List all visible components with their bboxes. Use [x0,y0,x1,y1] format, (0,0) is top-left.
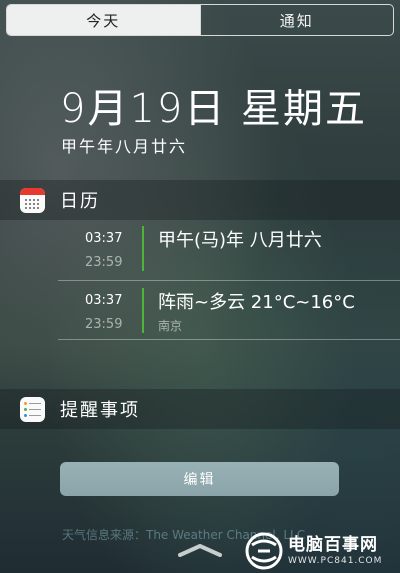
lunar-date: 甲午年八月廿六 [61,137,188,156]
date-heading: 9月19日 星期五 [60,86,368,132]
event-title: 甲午(马)年 八月廿六 [158,230,322,251]
event-start-time: 03:37 [85,293,123,308]
event-color-bar [142,226,144,271]
reminders-section-header[interactable]: 提醒事项 [0,389,400,429]
calendar-event[interactable]: 03:37 23:59 阵雨~多云 21°C~16°C 南京 [58,282,400,339]
chevron-up-icon[interactable] [177,543,223,557]
event-end-time: 23:59 [85,317,123,332]
calendar-section-title: 日历 [60,191,100,212]
calendar-section-header[interactable]: 日历 [0,180,400,220]
tab-notifications[interactable]: 通知 [199,5,394,35]
event-title: 阵雨~多云 21°C~16°C [158,292,355,313]
event-start-time: 03:37 [85,231,123,246]
site-watermark: 电脑百事网 WWW.PC841.COM [244,528,400,573]
calendar-event[interactable]: 03:37 23:59 甲午(马)年 八月廿六 [58,220,400,277]
event-color-bar [142,288,144,333]
today-notifications-segmented-control: 今天 通知 [6,4,394,36]
watermark-url: WWW.PC841.COM [288,555,383,566]
reminders-icon [20,396,45,422]
event-location: 南京 [158,319,183,333]
event-divider [58,280,400,281]
tab-today[interactable]: 今天 [7,5,200,35]
event-divider [58,339,400,340]
calendar-icon [20,187,45,213]
watermark-name: 电脑百事网 [288,534,378,555]
event-end-time: 23:59 [85,255,123,270]
watermark-logo-icon [245,532,283,569]
edit-button[interactable]: 编辑 [60,462,339,496]
reminders-section-title: 提醒事项 [60,400,140,421]
